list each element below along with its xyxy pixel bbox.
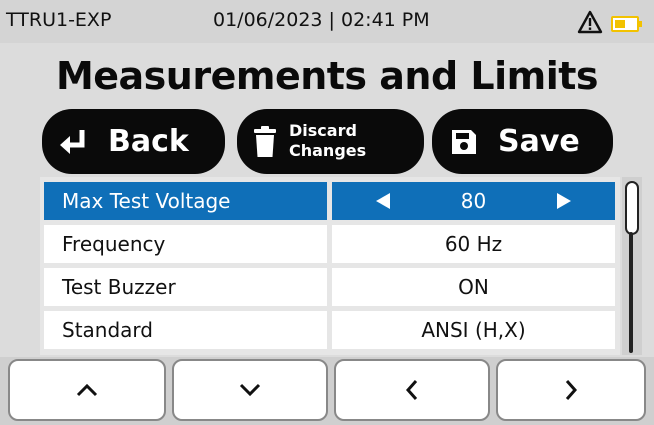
chevron-left-icon <box>405 380 418 400</box>
setting-name: Standard <box>44 311 327 349</box>
nav-down-button[interactable] <box>172 359 328 421</box>
discard-changes-button[interactable]: Discard Changes <box>237 109 424 174</box>
setting-value: 60 Hz <box>332 225 615 263</box>
date-time: 01/06/2023 | 02:41 PM <box>213 9 430 31</box>
setting-value: ON <box>332 268 615 306</box>
setting-row-max-test-voltage[interactable]: Max Test Voltage 80 <box>44 182 615 220</box>
save-button-label: Save <box>498 124 580 159</box>
device-screen: TTRU1-EXP 01/06/2023 | 02:41 PM Measurem… <box>0 0 654 425</box>
navigation-bar <box>0 357 654 425</box>
device-name: TTRU1-EXP <box>6 9 112 31</box>
status-bar: TTRU1-EXP 01/06/2023 | 02:41 PM <box>0 0 654 43</box>
scrollbar-track <box>629 232 633 353</box>
scrollbar-thumb[interactable] <box>625 181 639 235</box>
decrease-arrow-icon[interactable] <box>376 193 390 209</box>
nav-up-button[interactable] <box>8 359 166 421</box>
setting-value: ANSI (H,X) <box>332 311 615 349</box>
discard-label-line2: Changes <box>289 141 367 160</box>
chevron-up-icon <box>76 383 98 397</box>
setting-name: Max Test Voltage <box>44 182 327 220</box>
setting-row-test-buzzer[interactable]: Test Buzzer ON <box>44 268 615 306</box>
setting-row-standard[interactable]: Standard ANSI (H,X) <box>44 311 615 349</box>
setting-value-stepper[interactable]: 80 <box>332 182 615 220</box>
increase-arrow-icon[interactable] <box>557 193 571 209</box>
save-button[interactable]: Save <box>432 109 613 174</box>
floppy-disk-icon <box>452 130 476 154</box>
scrollbar[interactable] <box>622 177 642 355</box>
trash-icon <box>254 126 276 157</box>
discard-label-line1: Discard <box>289 121 357 140</box>
setting-value: 80 <box>460 189 487 213</box>
back-button-label: Back <box>108 124 189 159</box>
warning-triangle-icon <box>577 10 603 34</box>
battery-icon <box>611 16 642 32</box>
setting-name: Frequency <box>44 225 327 263</box>
setting-row-frequency[interactable]: Frequency 60 Hz <box>44 225 615 263</box>
setting-name: Test Buzzer <box>44 268 327 306</box>
battery-fill <box>615 20 625 28</box>
settings-table: Max Test Voltage 80 Frequency 60 Hz Test… <box>40 177 620 355</box>
chevron-down-icon <box>239 383 261 397</box>
return-arrow-icon <box>60 130 85 154</box>
nav-left-button[interactable] <box>334 359 490 421</box>
page-title: Measurements and Limits <box>55 54 599 98</box>
chevron-right-icon <box>565 380 578 400</box>
discard-button-label: Discard Changes <box>289 121 366 161</box>
back-button[interactable]: Back <box>42 109 225 174</box>
nav-right-button[interactable] <box>496 359 646 421</box>
